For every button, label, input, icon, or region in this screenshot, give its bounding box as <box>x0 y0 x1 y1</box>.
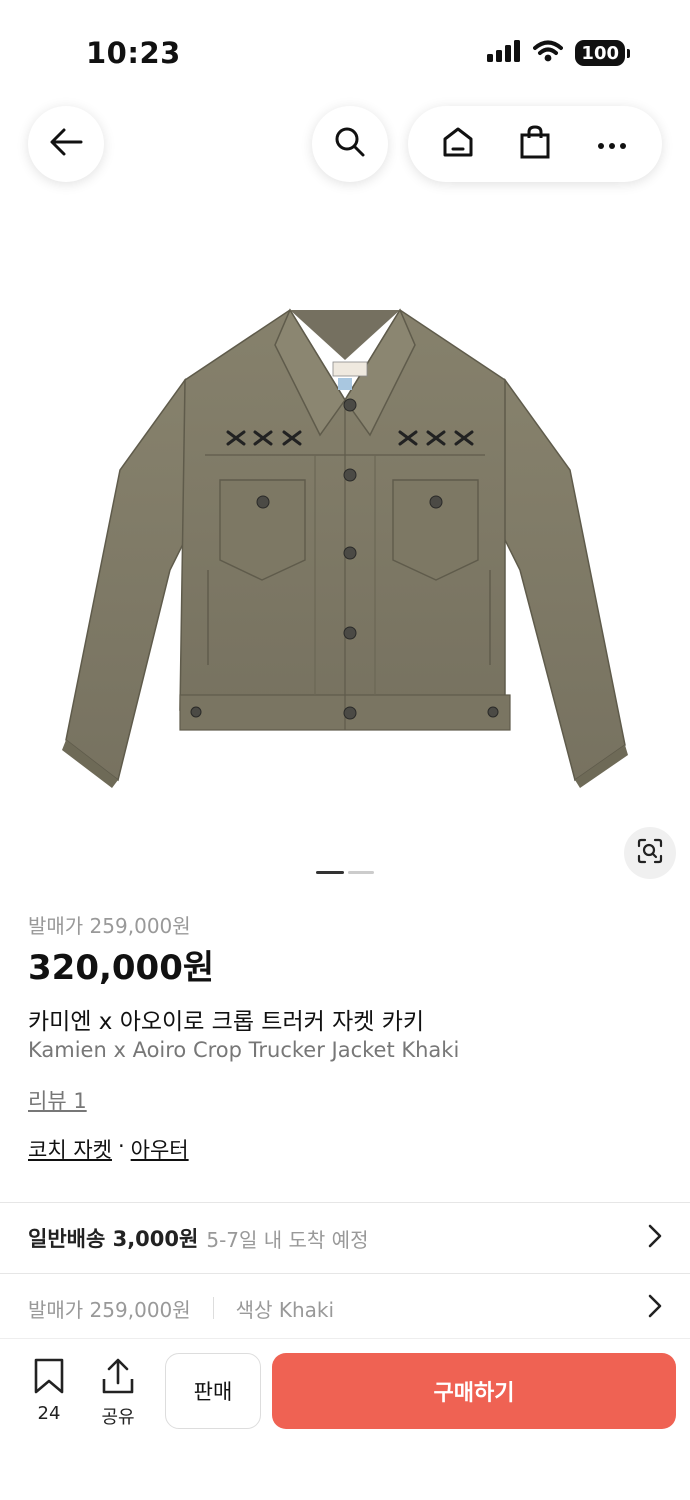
home-button[interactable] <box>428 114 488 174</box>
back-button[interactable] <box>28 106 104 182</box>
share-button[interactable]: 공유 <box>100 1357 136 1429</box>
search-icon <box>334 126 366 162</box>
image-search-button[interactable] <box>624 827 676 879</box>
category-link-outer[interactable]: 아우터 <box>131 1134 189 1164</box>
buy-button[interactable]: 구매하기 <box>272 1353 676 1429</box>
reviews-link[interactable]: 리뷰 1 <box>28 1085 87 1115</box>
category-link-coach-jacket[interactable]: 코치 자켓 <box>28 1134 112 1164</box>
summary-separator <box>212 1297 214 1319</box>
back-arrow-icon <box>49 127 83 161</box>
pager-dot-active <box>316 871 344 874</box>
chevron-right-icon <box>648 1294 662 1322</box>
battery-indicator: 100 <box>575 40 625 66</box>
wishlist-button[interactable]: 24 <box>32 1357 66 1424</box>
search-button[interactable] <box>312 106 388 182</box>
share-icon <box>100 1357 136 1399</box>
chevron-right-icon <box>648 1224 662 1252</box>
share-label: 공유 <box>101 1407 135 1428</box>
nav-actions <box>408 106 662 182</box>
cart-button[interactable] <box>505 114 565 174</box>
product-name-en: Kamien x Aoiro Crop Trucker Jacket Khaki <box>28 1038 460 1062</box>
shopping-bag-icon <box>519 125 551 163</box>
sell-button[interactable]: 판매 <box>165 1353 261 1429</box>
product-image[interactable] <box>0 240 690 840</box>
pager-dot <box>348 871 374 874</box>
more-icon <box>597 135 627 154</box>
current-price: 320,000원 <box>28 948 215 988</box>
category-separator: · <box>117 1134 125 1158</box>
summary-release-price: 발매가 259,000원 <box>28 1297 191 1322</box>
option-summary-row[interactable]: 발매가 259,000원 색상 Khaki <box>0 1273 690 1343</box>
wishlist-count: 24 <box>37 1403 61 1424</box>
shipping-eta: 5-7일 내 도착 예정 <box>206 1227 369 1252</box>
battery-nub <box>627 48 630 58</box>
bottom-action-bar: 24 공유 판매 구매하기 <box>0 1338 690 1500</box>
product-page: 10:23 100 발매가 259,000원 320,000원 카미엔 x 아오… <box>0 0 690 1500</box>
signal-icon <box>487 40 521 66</box>
shipping-title: 일반배송 3,000원 <box>28 1227 199 1251</box>
summary-color: 색상 Khaki <box>235 1297 335 1322</box>
release-price: 발매가 259,000원 <box>28 914 191 938</box>
more-button[interactable] <box>582 114 642 174</box>
home-icon <box>442 126 474 162</box>
status-time: 10:23 <box>86 36 181 70</box>
lens-icon <box>636 837 664 869</box>
product-name-kr: 카미엔 x 아오이로 크롭 트러커 자켓 카키 <box>28 1009 425 1035</box>
category-links: 코치 자켓 · 아우터 <box>28 1134 189 1164</box>
bookmark-icon <box>32 1357 66 1399</box>
image-pager <box>316 871 374 874</box>
shipping-row[interactable]: 일반배송 3,000원 5-7일 내 도착 예정 <box>0 1203 690 1273</box>
wifi-icon <box>533 40 564 66</box>
status-icons: 100 <box>487 40 630 66</box>
